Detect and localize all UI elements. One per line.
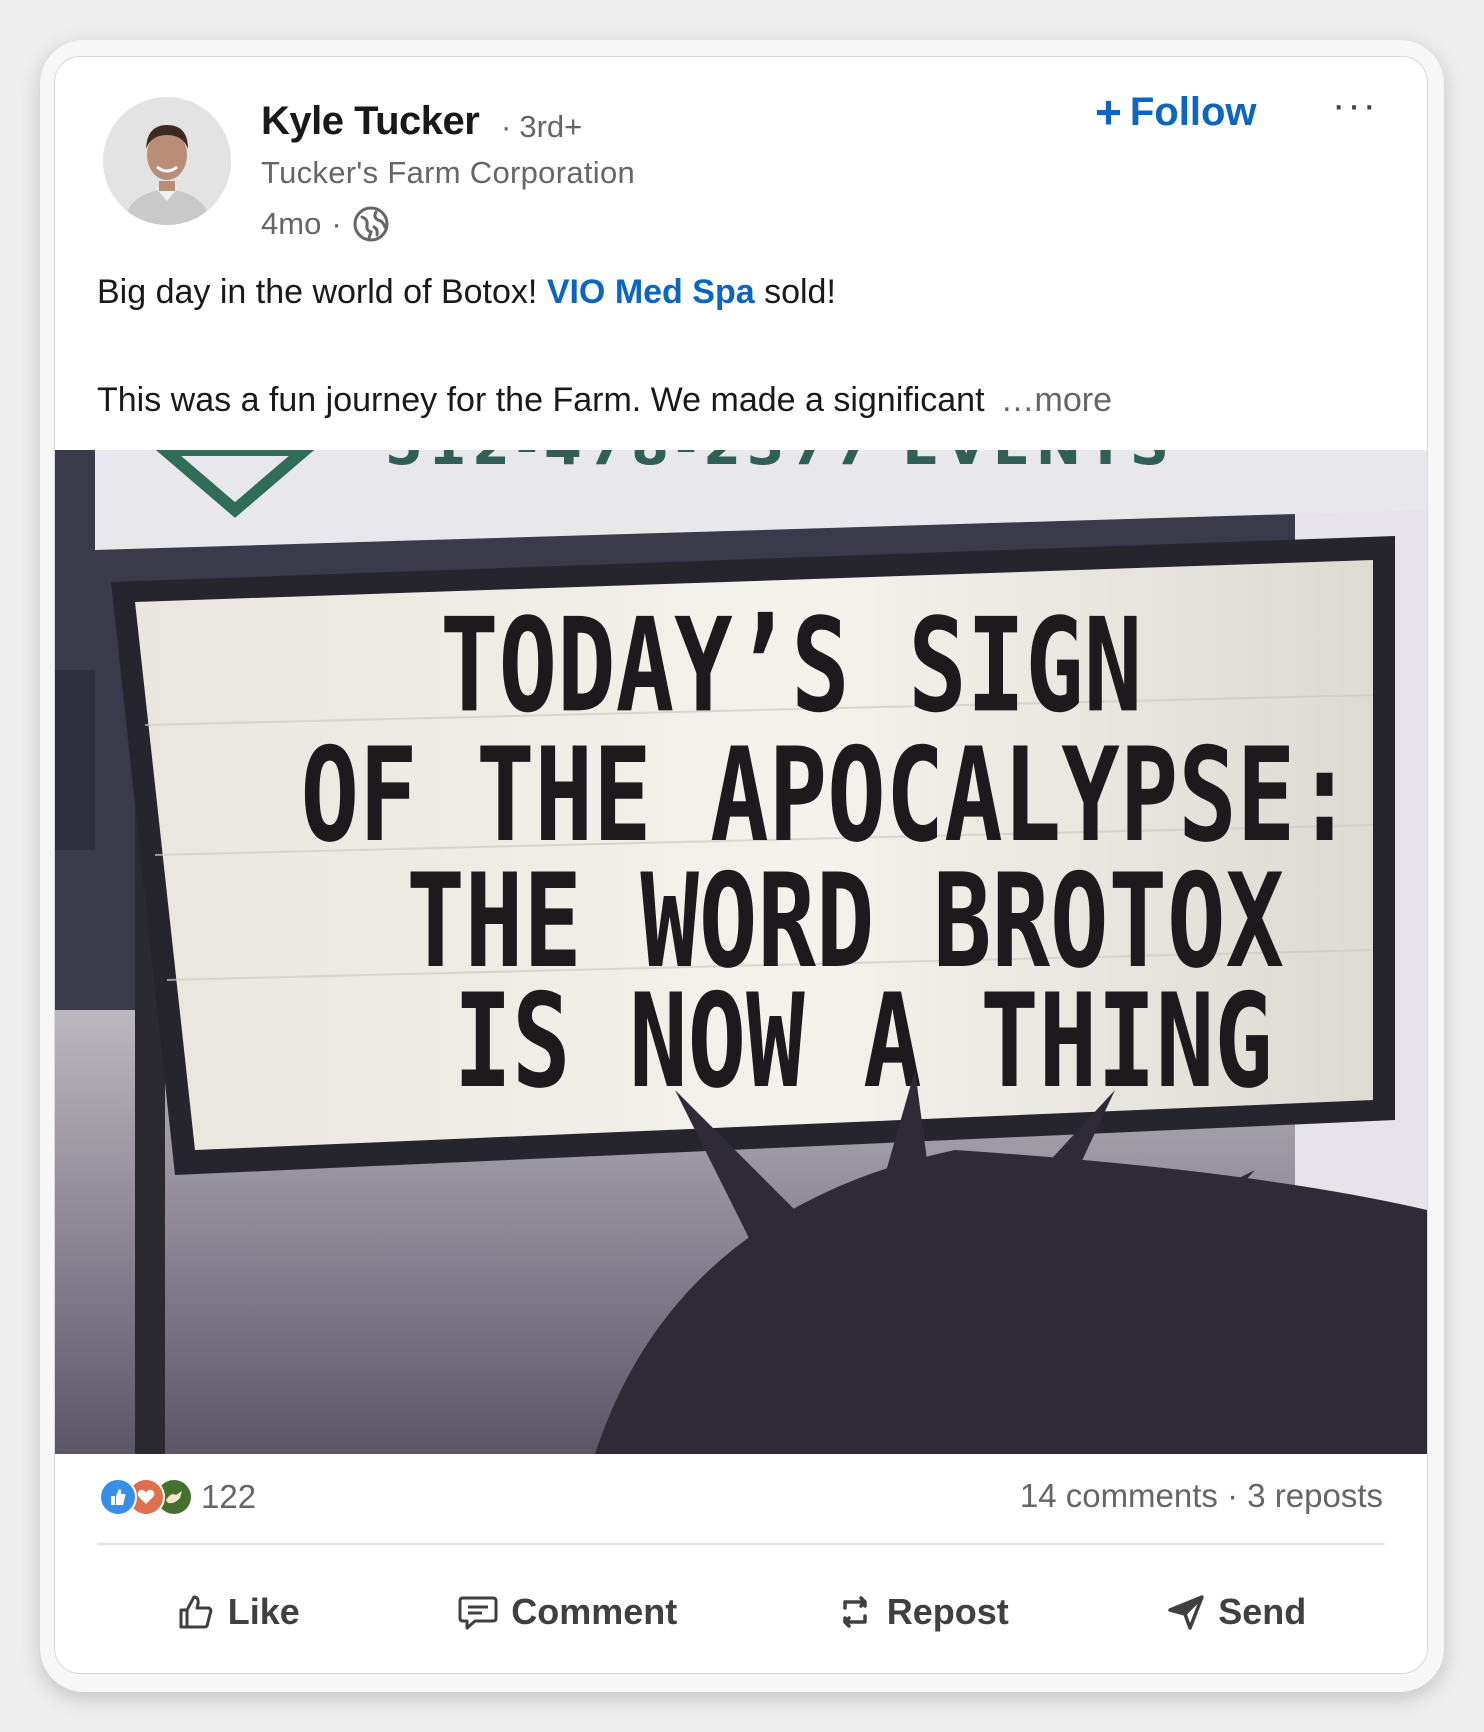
like-button[interactable]: Like: [158, 1583, 318, 1641]
like-reaction-icon: [99, 1478, 137, 1516]
plus-icon: +: [1095, 86, 1122, 138]
post-text-line-1: Big day in the world of Botox! VIO Med S…: [97, 273, 836, 312]
comment-icon: [458, 1596, 498, 1630]
feed-post-card: Kyle Tucker · 3rd+ Tucker's Farm Corporat…: [54, 56, 1428, 1674]
repost-icon: [842, 1596, 867, 1628]
post-meta: 4mo ·: [261, 205, 390, 243]
repost-button[interactable]: Repost: [817, 1583, 1027, 1641]
post-actions-bar: Like Comment Repost Send: [97, 1577, 1385, 1647]
connection-degree-label: 3rd+: [519, 109, 583, 144]
sign-top-fragment: 512-478-2377 EVENTS: [385, 450, 1175, 477]
comments-reposts-count[interactable]: 14 comments · 3 reposts: [1020, 1477, 1383, 1515]
thumbs-up-icon: [179, 1595, 213, 1629]
author-name[interactable]: Kyle Tucker: [261, 99, 480, 144]
more-options-icon[interactable]: ···: [1325, 85, 1385, 135]
post-text-outro: sold!: [754, 273, 836, 311]
repost-label: Repost: [886, 1591, 1009, 1632]
comment-label: Comment: [511, 1591, 678, 1632]
reactions-summary[interactable]: 122: [99, 1477, 256, 1517]
author-avatar[interactable]: [103, 97, 231, 225]
connection-degree: · 3rd+: [501, 109, 583, 144]
post-text-line-2: This was a fun journey for the Farm. We …: [97, 381, 1112, 420]
sign-line-4: IS NOW A THING: [454, 967, 1273, 1117]
post-text-intro: Big day in the world of Botox!: [97, 273, 547, 311]
see-more-link[interactable]: …more: [1001, 381, 1112, 419]
divider: [97, 1543, 1385, 1545]
send-button[interactable]: Send: [1148, 1583, 1324, 1641]
follow-button[interactable]: + Follow: [1095, 85, 1257, 139]
globe-icon: [352, 205, 390, 243]
post-age: 4mo: [261, 206, 322, 241]
reaction-count: 122: [201, 1478, 257, 1515]
like-label: Like: [227, 1591, 300, 1632]
send-icon: [1168, 1595, 1204, 1630]
send-label: Send: [1218, 1591, 1307, 1632]
company-mention-link[interactable]: VIO Med Spa: [547, 273, 755, 311]
post-text-body: This was a fun journey for the Farm. We …: [97, 381, 985, 419]
sign-line-1: TODAY’S SIGN: [440, 592, 1142, 742]
follow-label: Follow: [1129, 89, 1257, 134]
post-image[interactable]: 512-478-2377 EVENTS TODAY’S SIGN OF THE …: [55, 450, 1427, 1454]
comment-button[interactable]: Comment: [439, 1583, 695, 1641]
author-headline: Tucker's Farm Corporation: [261, 155, 636, 190]
